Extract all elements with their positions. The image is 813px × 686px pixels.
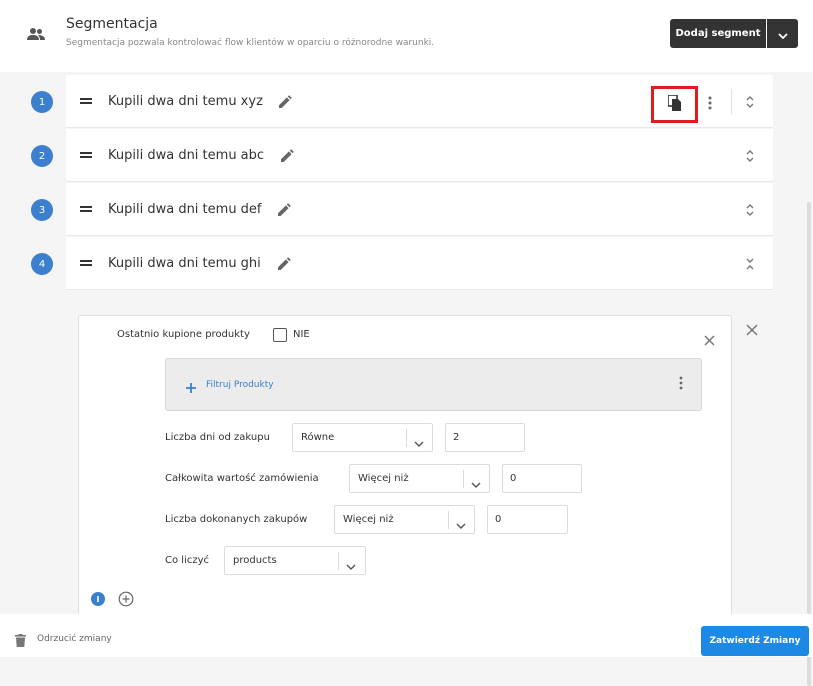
page-title: Segmentacja	[66, 16, 158, 32]
drag-handle-icon[interactable]	[80, 152, 92, 158]
trash-icon[interactable]	[15, 632, 26, 651]
edit-pencil-icon[interactable]	[281, 147, 294, 166]
not-checkbox-label: NIE	[293, 329, 310, 340]
segment-title: Kupili dwa dni temu ghi	[108, 256, 261, 271]
expand-collapse-icon[interactable]	[745, 148, 755, 167]
segment-conditions-area: Ostatnio kupione produkty NIE Filtruj Pr…	[66, 290, 773, 615]
chevron-down-icon	[471, 474, 481, 493]
operator-select[interactable]: Więcej niż	[349, 464, 490, 493]
segment-title: Kupili dwa dni temu def	[108, 202, 262, 217]
field-label: Liczba dokonanych zakupów	[165, 514, 308, 525]
operator-select[interactable]: Więcej niż	[334, 505, 475, 534]
add-condition-icon[interactable]	[118, 591, 134, 611]
filter-products-link[interactable]: Filtruj Produkty	[206, 380, 274, 390]
value-input[interactable]: 0	[487, 505, 568, 534]
confirm-changes-button[interactable]: Zatwierdź Zmiany	[701, 626, 809, 656]
segment-number-badge: 2	[31, 145, 53, 167]
edit-pencil-icon[interactable]	[279, 93, 292, 112]
more-options-icon[interactable]	[708, 95, 712, 114]
segment-title: Kupili dwa dni temu abc	[108, 148, 265, 163]
segment-number-badge: 1	[31, 91, 53, 113]
close-icon[interactable]	[704, 331, 715, 350]
condition-panel: Ostatnio kupione produkty NIE Filtruj Pr…	[78, 315, 732, 615]
add-segment-button[interactable]: Dodaj segment	[670, 19, 766, 48]
collapse-icon[interactable]	[745, 256, 755, 275]
page-header: Segmentacja Segmentacja pozwala kontrolo…	[0, 0, 813, 72]
field-label: Liczba dni od zakupu	[165, 432, 270, 443]
info-badge[interactable]: I	[91, 592, 105, 606]
value-input[interactable]: 2	[445, 423, 525, 452]
segment-number-badge: 4	[31, 253, 53, 275]
not-checkbox[interactable]	[273, 328, 287, 342]
page-subtitle: Segmentacja pozwala kontrolować flow kli…	[66, 38, 435, 48]
copy-icon	[666, 93, 682, 115]
chevron-down-icon	[456, 515, 466, 534]
field-label: Całkowita wartość zamówienia	[165, 473, 319, 484]
chevron-down-icon	[414, 433, 424, 452]
segments-area: 1 Kupili dwa dni temu xyz 2 Kupili dwa d…	[0, 72, 813, 686]
chevron-down-icon	[777, 24, 788, 43]
filter-products-box: Filtruj Produkty	[165, 358, 702, 411]
segment-row[interactable]: Kupili dwa dni temu def	[66, 183, 773, 236]
discard-changes-link[interactable]: Odrzucić zmiany	[37, 634, 112, 644]
expand-collapse-icon[interactable]	[745, 202, 755, 221]
drag-handle-icon[interactable]	[80, 260, 92, 266]
add-segment-dropdown-button[interactable]	[767, 19, 798, 48]
edit-pencil-icon[interactable]	[278, 201, 291, 220]
condition-label: Ostatnio kupione produkty	[117, 329, 250, 340]
duplicate-segment-button[interactable]	[651, 86, 698, 123]
close-icon[interactable]	[746, 321, 758, 340]
segment-row[interactable]: Kupili dwa dni temu xyz	[66, 75, 773, 128]
people-icon	[27, 26, 45, 45]
edit-pencil-icon[interactable]	[278, 255, 291, 274]
segment-number-badge: 3	[31, 199, 53, 221]
operator-select[interactable]: Równe	[292, 423, 433, 452]
footer-bar: Odrzucić zmiany Zatwierdź Zmiany	[0, 614, 813, 657]
segment-title: Kupili dwa dni temu xyz	[108, 94, 263, 109]
count-type-select[interactable]: products	[224, 546, 366, 575]
segment-row[interactable]: Kupili dwa dni temu abc	[66, 129, 773, 182]
field-label: Co liczyć	[165, 555, 209, 566]
drag-handle-icon[interactable]	[80, 206, 92, 212]
divider	[731, 89, 732, 114]
value-input[interactable]: 0	[502, 464, 582, 493]
drag-handle-icon[interactable]	[80, 98, 92, 104]
chevron-down-icon	[346, 556, 356, 575]
plus-icon[interactable]	[186, 378, 196, 397]
expand-collapse-icon[interactable]	[745, 94, 755, 113]
more-options-icon[interactable]	[679, 375, 683, 394]
segment-row[interactable]: Kupili dwa dni temu ghi	[66, 237, 773, 290]
